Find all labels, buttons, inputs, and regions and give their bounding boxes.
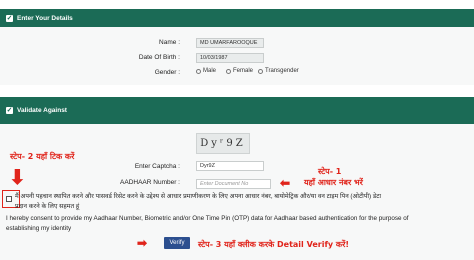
check-icon: ✓ xyxy=(6,14,13,22)
consent-hindi-line1: मैं अपनी पहचान स्थापित करने और पासवर्ड र… xyxy=(15,193,382,200)
gender-male-label: Male xyxy=(203,68,217,74)
step3-annotation: स्टेप- 3 यहाँ क्लीक करके Detail Verify क… xyxy=(198,240,349,249)
consent-english-line1: I hereby consent to provide my Aadhaar N… xyxy=(6,215,409,222)
step1-annotation-line2: यहाँ आधार नंबर भरें xyxy=(304,178,363,187)
captcha-input[interactable]: Dyr9Z xyxy=(196,161,264,171)
gender-label: Gender : xyxy=(154,69,180,76)
radio-icon xyxy=(226,68,231,74)
consent-hindi-line2: प्रदान करने के लिए सहमत हूं xyxy=(15,203,80,210)
aadhaar-label: AADHAAR Number : xyxy=(120,179,180,186)
gender-transgender-label: Transgender xyxy=(265,68,299,74)
dob-field[interactable]: 10/03/1987 xyxy=(196,53,264,63)
consent-checkbox[interactable] xyxy=(6,196,12,202)
step2-annotation: स्टेप- 2 यहाँ टिक करें xyxy=(10,152,75,161)
dob-label: Date Of Birth : xyxy=(138,54,180,61)
gender-female-label: Female xyxy=(233,68,254,74)
validate-section-header: ✓ Validate Against xyxy=(0,97,474,124)
left-arrow-icon: ⬅ xyxy=(280,176,291,190)
radio-icon xyxy=(196,68,201,74)
radio-icon xyxy=(258,68,263,74)
verify-button[interactable]: Verify xyxy=(164,237,190,249)
name-field[interactable]: MD UMARFAROOQUE xyxy=(196,38,264,48)
details-section-header: ✓ Enter Your Details xyxy=(0,9,474,27)
right-arrow-icon: ➡ xyxy=(137,236,148,250)
gender-transgender-radio[interactable]: Transgender xyxy=(258,68,299,74)
down-arrow-icon: ⬇ xyxy=(9,167,26,189)
name-label: Name : xyxy=(159,39,180,46)
check-icon: ✓ xyxy=(6,107,13,114)
aadhaar-input[interactable]: Enter Document No xyxy=(196,179,271,189)
consent-english-line2: establishing my identity xyxy=(6,225,72,232)
captcha-label: Enter Captcha : xyxy=(134,163,180,170)
details-header-title: Enter Your Details xyxy=(17,14,73,22)
gender-male-radio[interactable]: Male xyxy=(196,68,216,74)
gender-female-radio[interactable]: Female xyxy=(226,68,253,74)
validate-header-title: Validate Against xyxy=(17,107,67,114)
step1-annotation-line1: स्टेप- 1 xyxy=(318,167,342,176)
captcha-image: Dyʳ9Z xyxy=(196,133,250,154)
